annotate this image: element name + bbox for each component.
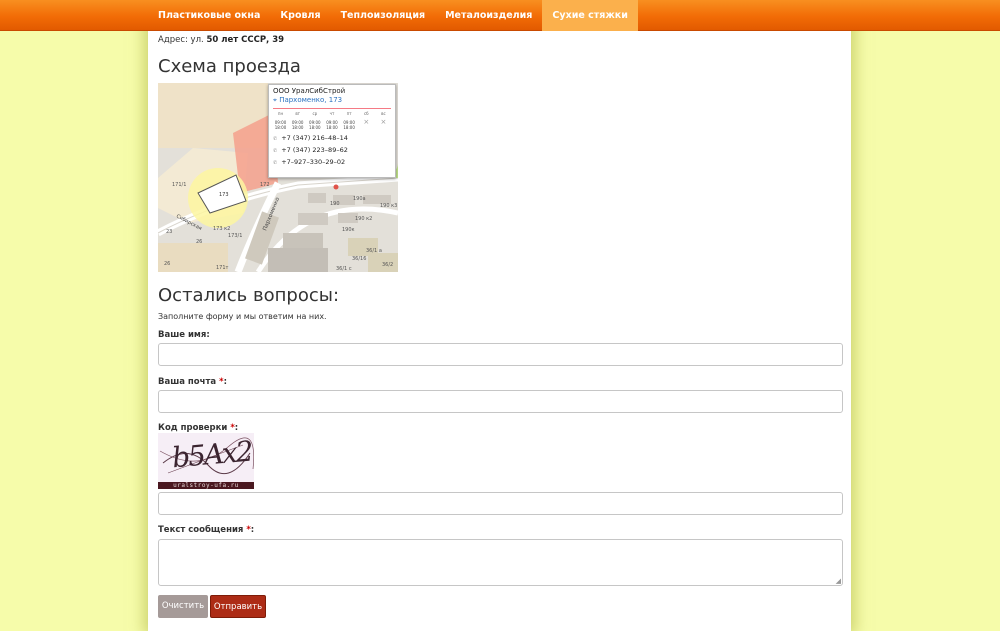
map-section-title: Схема проезда <box>158 56 301 77</box>
phone-icon: ✆ <box>273 160 278 166</box>
balloon-phone: ✆ +7 (347) 216–48–14 <box>273 134 391 142</box>
map-building-label: 190 <box>330 201 340 207</box>
top-navbar: Пластиковые окна Кровля Теплоизоляция Ме… <box>0 0 1000 31</box>
map-building-label: 23 <box>166 229 172 235</box>
map-building-label: 190а <box>353 196 366 202</box>
working-hours: 09:00 18:00 <box>326 120 338 130</box>
weekday: вс <box>381 111 386 116</box>
working-hours: 09:00 18:00 <box>291 120 304 130</box>
captcha-input[interactable] <box>158 492 843 515</box>
reset-button[interactable]: Очистить <box>158 595 208 618</box>
form-title: Остались вопросы: <box>158 285 340 306</box>
location-map[interactable]: 173 171/1 172 190а 190 190 к2 190 к3 190… <box>158 83 398 272</box>
message-label: Текст сообщения *: <box>158 525 254 535</box>
balloon-hours: 09:00 18:00 09:00 18:00 09:00 18:00 09:0… <box>273 118 391 131</box>
map-building-label: 190 к3 <box>380 203 397 209</box>
balloon-weekdays: пн вт ср чт пт сб вс <box>273 111 391 116</box>
weekday: чт <box>329 111 335 116</box>
weekday: пн <box>277 111 284 116</box>
phone-number: +7 (347) 216–48–14 <box>281 134 348 142</box>
resize-handle-icon[interactable]: ◢ <box>836 577 841 585</box>
map-building-label: 173/1 <box>228 233 242 239</box>
name-input[interactable] <box>158 343 843 366</box>
captcha-site: uralstroy-ufa.ru <box>158 482 254 489</box>
nav-item-roofing[interactable]: Кровля <box>270 0 330 31</box>
form-intro: Заполните форму и мы ответим на них. <box>158 312 327 321</box>
label-suffix: : <box>223 377 227 387</box>
phone-number: +7–927–330–29–02 <box>281 158 346 166</box>
phone-icon: ✆ <box>273 148 278 154</box>
name-label: Ваше имя: <box>158 330 210 340</box>
map-building-label: 36/1 а <box>366 248 382 254</box>
email-label: Ваша почта *: <box>158 377 227 387</box>
balloon-address-link[interactable]: ⌖ Пархоменко, 173 <box>273 96 391 105</box>
phone-number: +7 (347) 223–89–62 <box>281 146 348 154</box>
phone-icon: ✆ <box>273 136 278 142</box>
map-building-label: 190 к2 <box>355 216 372 222</box>
working-hours: 09:00 18:00 <box>274 120 287 130</box>
nav-item-plastic-windows[interactable]: Пластиковые окна <box>148 0 270 31</box>
nav-item-dry-screeds[interactable]: Сухие стяжки <box>542 0 638 31</box>
balloon-phone: ✆ +7–927–330–29–02 <box>273 158 391 166</box>
map-building-label: 190к <box>342 227 355 233</box>
pin-icon: ⌖ <box>273 96 277 104</box>
day-off-mark: × <box>363 118 370 126</box>
captcha-code: b5Ax2 <box>170 434 253 475</box>
address-line: Адрес: ул. 50 лет СССР, 39 <box>158 35 284 45</box>
captcha-image: b5Ax2 uralstroy-ufa.ru <box>158 433 254 489</box>
nav-menu: Пластиковые окна Кровля Теплоизоляция Ме… <box>148 0 638 31</box>
address-prefix: Адрес: ул. <box>158 35 204 45</box>
balloon-phone: ✆ +7 (347) 223–89–62 <box>273 146 391 154</box>
map-building-label: 172 <box>260 182 270 188</box>
map-building-label: 173 <box>219 192 229 198</box>
label-suffix: : <box>234 423 239 433</box>
balloon-company-name: ООО УралСибСтрой <box>273 87 346 95</box>
map-building-label: 171т <box>216 265 229 271</box>
weekday: вт <box>295 111 300 116</box>
working-hours: 09:00 18:00 <box>343 120 355 130</box>
submit-button[interactable]: Отправить <box>210 595 266 618</box>
captcha-label: Код проверки *: <box>158 423 238 433</box>
map-building-label: 36/16 <box>352 256 366 262</box>
map-building-label: 36/1 с <box>336 266 352 272</box>
nav-item-metal-products[interactable]: Металоизделия <box>435 0 542 31</box>
weekday: пт <box>346 111 352 116</box>
email-input[interactable] <box>158 390 843 413</box>
day-off-mark: × <box>380 118 387 126</box>
balloon-divider <box>273 108 391 109</box>
balloon-address-text: Пархоменко, 173 <box>279 96 343 104</box>
weekday: сб <box>363 111 369 116</box>
map-building-label: 26 <box>164 261 170 267</box>
map-info-balloon: ООО УралСибСтрой ⌖ Пархоменко, 173 пн вт… <box>268 84 396 178</box>
label-suffix: : <box>250 525 255 535</box>
map-building-label: 26 <box>196 239 202 245</box>
map-building-label: 36/2 <box>382 262 393 268</box>
message-label-text: Текст сообщения <box>158 525 244 535</box>
captcha-label-text: Код проверки <box>158 423 228 433</box>
name-label-text: Ваше имя: <box>158 330 210 340</box>
message-textarea[interactable]: ◢ <box>158 539 843 586</box>
weekday: ср <box>312 111 318 116</box>
email-label-text: Ваша почта <box>158 377 217 387</box>
nav-item-insulation[interactable]: Теплоизоляция <box>331 0 436 31</box>
map-building-label: 173 к2 <box>213 226 230 232</box>
address-value: 50 лет СССР, 39 <box>206 35 285 45</box>
map-building-label: 171/1 <box>172 182 186 188</box>
working-hours: 09:00 18:00 <box>309 120 321 130</box>
